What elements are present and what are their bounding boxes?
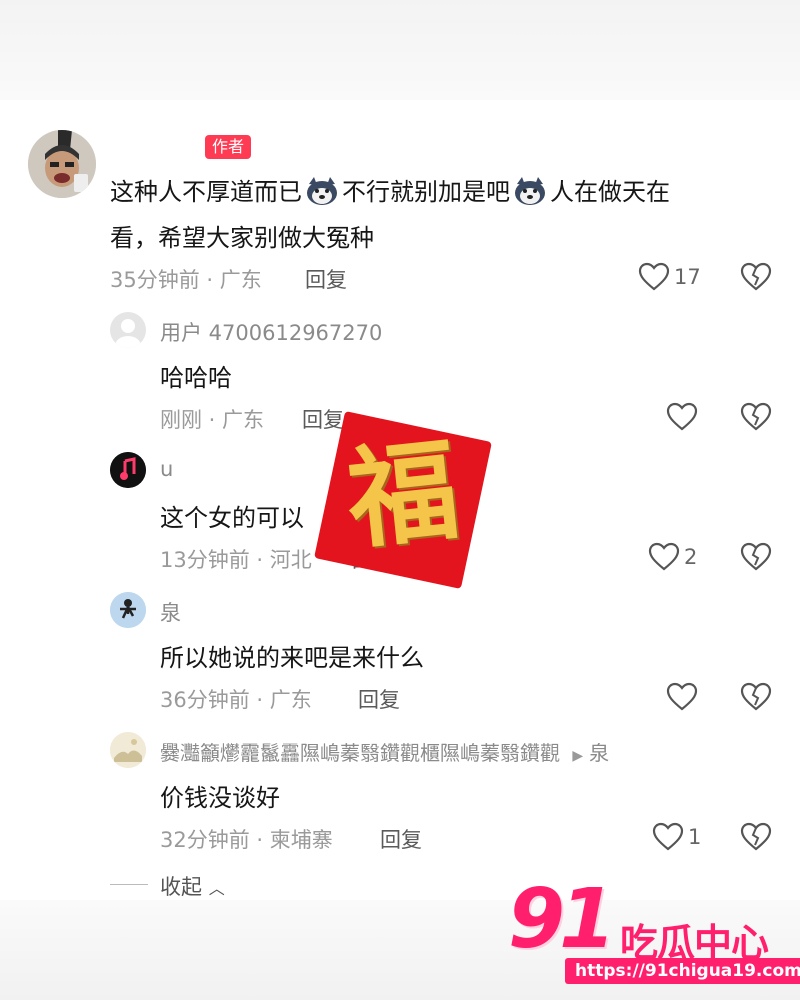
reply-text: 哈哈哈 [160, 364, 232, 392]
heart-icon[interactable] [652, 821, 684, 853]
reply-text: 价钱没谈好 [160, 784, 280, 812]
watermark-number: 91 [508, 872, 616, 967]
dislike-broken-heart-icon[interactable] [740, 681, 772, 713]
reply-username[interactable]: 用户 4700612967270 [160, 317, 382, 347]
music-note-icon [110, 452, 146, 488]
user-avatar[interactable] [110, 732, 146, 768]
reply-meta: 13分钟前 · 河北 [160, 548, 312, 572]
collapse-replies-button[interactable]: 收起 ︿ [160, 871, 225, 901]
dislike-broken-heart-icon[interactable] [740, 261, 772, 293]
collapse-divider [110, 884, 148, 885]
reply-text: 这个女的可以 [160, 504, 304, 532]
author-avatar[interactable] [28, 130, 96, 198]
avatar-photo-icon [28, 130, 96, 198]
like-count: 1 [688, 825, 702, 849]
husky-dog-emoji-icon [305, 176, 339, 212]
reply-meta: 刚刚 · 广东 [160, 408, 265, 432]
like-count: 17 [674, 265, 701, 289]
reply-username[interactable]: 爨灩籲爩龗鬣靐隰嶋蓁翳鑽觀櫃隰嶋蓁翳鑽觀 ▶ 泉 [160, 737, 609, 766]
heart-icon[interactable] [666, 681, 698, 713]
heart-icon[interactable] [638, 261, 670, 293]
fu-character: 福 [341, 424, 465, 565]
user-avatar[interactable] [110, 312, 146, 348]
like-count: 2 [684, 545, 698, 569]
reply-text: 所以她说的来吧是来什么 [160, 644, 424, 672]
reply-arrow-icon: ▶ [572, 748, 584, 764]
top-background [0, 0, 800, 100]
reply-target-username[interactable]: 泉 [589, 741, 609, 765]
default-user-icon [115, 319, 141, 348]
comment-text: 这种人不厚道而已 不行就别加是吧 人在做天在 [110, 172, 670, 212]
dislike-broken-heart-icon[interactable] [740, 401, 772, 433]
reply-meta: 36分钟前 · 广东 [160, 688, 312, 712]
watermark-url: https://91chigua19.com [565, 958, 800, 984]
comment-meta: 35分钟前 · 广东 [110, 268, 262, 292]
reply-username[interactable]: 泉 [160, 597, 181, 627]
reply-button[interactable]: 回复 [358, 684, 400, 714]
chevron-up-icon: ︿ [208, 879, 225, 898]
heart-icon[interactable] [648, 541, 680, 573]
dislike-broken-heart-icon[interactable] [740, 541, 772, 573]
husky-dog-emoji-icon [513, 176, 547, 212]
comment-text-line2: 看，希望大家别做大冤种 [110, 224, 374, 252]
heart-icon[interactable] [666, 401, 698, 433]
landscape-painting-icon [110, 732, 146, 768]
reply-button[interactable]: 回复 [380, 824, 422, 854]
reply-button[interactable]: 回复 [305, 264, 347, 294]
author-badge: 作者 [205, 135, 252, 159]
user-avatar[interactable] [110, 592, 146, 628]
reply-meta: 32分钟前 · 柬埔寨 [160, 828, 333, 852]
reply-username[interactable]: u [160, 457, 173, 481]
user-avatar[interactable] [110, 452, 146, 488]
skydiver-photo-icon [110, 592, 146, 628]
dislike-broken-heart-icon[interactable] [740, 821, 772, 853]
